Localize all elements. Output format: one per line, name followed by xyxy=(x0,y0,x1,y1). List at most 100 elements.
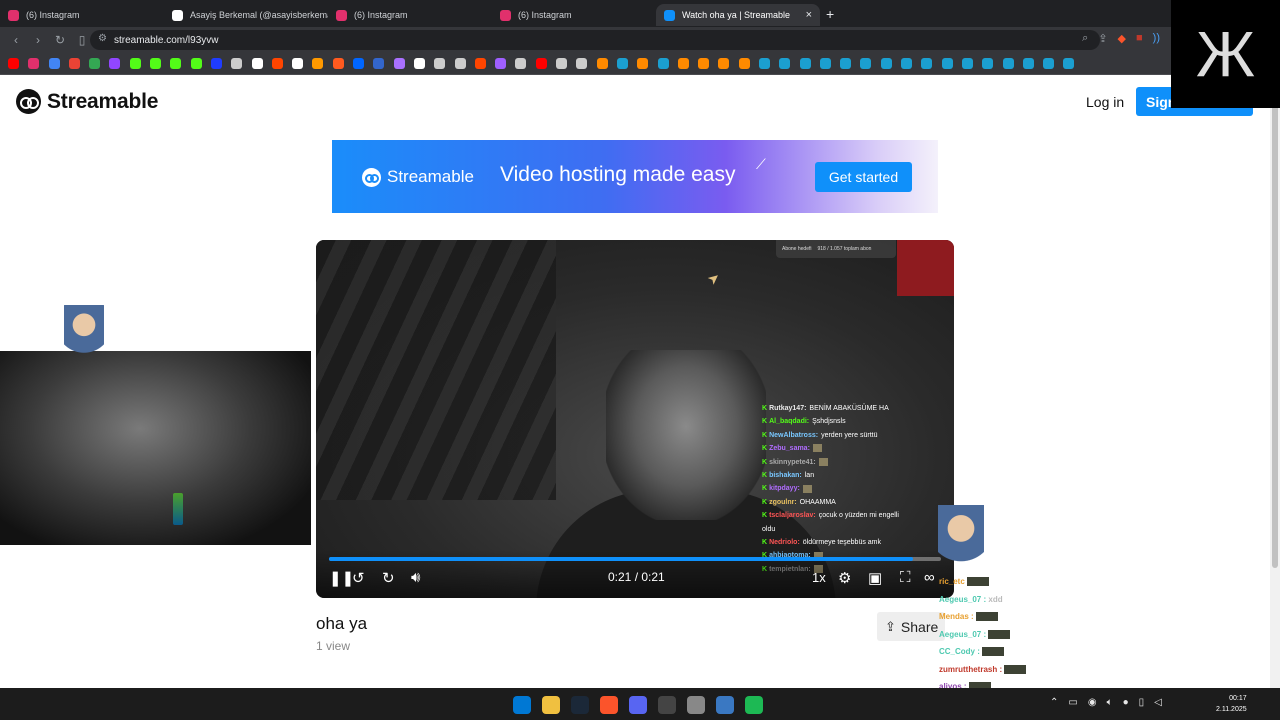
bookmark-favicon-icon[interactable] xyxy=(434,58,446,69)
speaker-icon[interactable]: 🔈︎ xyxy=(1107,697,1113,708)
taskbar-app-icon[interactable] xyxy=(542,696,560,714)
bookmark-favicon-icon[interactable] xyxy=(819,58,831,69)
taskbar-app-icon[interactable] xyxy=(513,696,531,714)
bookmark-favicon-icon[interactable] xyxy=(677,58,689,69)
bookmark-favicon-icon[interactable] xyxy=(982,58,994,69)
bookmark-favicon-icon[interactable] xyxy=(28,58,40,69)
bookmark-favicon-icon[interactable] xyxy=(758,58,770,69)
pause-icon[interactable]: ❚❚ xyxy=(329,569,354,587)
taskbar-app-icon[interactable] xyxy=(745,696,763,714)
bookmark-favicon-icon[interactable] xyxy=(170,58,182,69)
volume-icon[interactable]: ◁ xyxy=(1154,697,1162,708)
bookmark-favicon-icon[interactable] xyxy=(353,58,365,69)
bookmark-favicon-icon[interactable] xyxy=(292,58,304,69)
bookmark-favicon-icon[interactable] xyxy=(556,58,568,69)
bookmark-favicon-icon[interactable] xyxy=(454,58,466,69)
rewind-icon[interactable]: ↺ xyxy=(352,569,365,587)
forward-icon[interactable]: › xyxy=(28,33,48,47)
bookmark-favicon-icon[interactable] xyxy=(150,58,162,69)
bookmark-favicon-icon[interactable] xyxy=(698,58,710,69)
bookmark-favicon-icon[interactable] xyxy=(1043,58,1055,69)
reload-icon[interactable]: ↻ xyxy=(50,33,70,47)
scrollbar-thumb[interactable] xyxy=(1272,90,1278,568)
bookmark-favicon-icon[interactable] xyxy=(48,58,60,69)
browser-tab[interactable]: (6) Instagram xyxy=(328,4,492,26)
bookmark-favicon-icon[interactable] xyxy=(1022,58,1034,69)
bookmark-favicon-icon[interactable] xyxy=(129,58,141,69)
bookmark-favicon-icon[interactable] xyxy=(271,58,283,69)
get-started-button[interactable]: Get started xyxy=(815,162,912,192)
bookmark-favicon-icon[interactable] xyxy=(109,58,121,69)
browser-tab[interactable]: (6) Instagram xyxy=(0,4,164,26)
forward-skip-icon[interactable]: ↻ xyxy=(382,569,395,587)
network-icon[interactable]: ▯ xyxy=(1139,697,1145,708)
bookmark-favicon-icon[interactable] xyxy=(413,58,425,69)
bookmark-favicon-icon[interactable] xyxy=(901,58,913,69)
bookmark-favicon-icon[interactable] xyxy=(1002,58,1014,69)
bookmark-favicon-icon[interactable] xyxy=(840,58,852,69)
bookmark-favicon-icon[interactable] xyxy=(210,58,222,69)
browser-tab[interactable]: (6) Instagram xyxy=(492,4,656,26)
bookmark-favicon-icon[interactable] xyxy=(68,58,80,69)
video-player[interactable]: Abone hedefi 918 / 1.057 toplam abon ➤ K… xyxy=(316,240,954,598)
bookmark-favicon-icon[interactable] xyxy=(921,58,933,69)
audio-icon[interactable]: )) xyxy=(1153,32,1160,45)
taskbar-app-icon[interactable] xyxy=(571,696,589,714)
fullscreen-icon[interactable]: ⛶ xyxy=(900,569,911,586)
battery-icon[interactable]: ▭ xyxy=(1068,697,1077,708)
taskbar-app-icon[interactable] xyxy=(600,696,618,714)
bookmark-favicon-icon[interactable] xyxy=(474,58,486,69)
browser-tab[interactable]: Asayiş Berkemal (@asayisberkemal0) xyxy=(164,4,328,26)
volume-icon[interactable]: 🔊︎ xyxy=(411,569,420,586)
bookmark-favicon-icon[interactable] xyxy=(961,58,973,69)
bookmark-favicon-icon[interactable] xyxy=(799,58,811,69)
bookmark-favicon-icon[interactable] xyxy=(941,58,953,69)
bookmark-favicon-icon[interactable] xyxy=(779,58,791,69)
bookmark-favicon-icon[interactable] xyxy=(231,58,243,69)
bookmark-favicon-icon[interactable] xyxy=(515,58,527,69)
taskbar-app-icon[interactable] xyxy=(716,696,734,714)
zoom-icon[interactable]: ⌕ xyxy=(1082,32,1088,45)
bookmark-favicon-icon[interactable] xyxy=(596,58,608,69)
url-field[interactable]: ⚙ streamable.com/l93yvw xyxy=(90,30,1100,50)
microphone-icon[interactable]: ● xyxy=(1123,697,1129,708)
pip-icon[interactable]: ▣ xyxy=(868,569,882,587)
clock[interactable]: 00:17 2.11.2025 xyxy=(1216,693,1247,715)
bookmark-favicon-icon[interactable] xyxy=(657,58,669,69)
taskbar-app-icon[interactable] xyxy=(658,696,676,714)
streamable-watermark-icon[interactable]: ∞ xyxy=(924,569,935,586)
close-tab-icon[interactable]: × xyxy=(806,9,812,21)
share-page-icon[interactable]: ⇪ xyxy=(1098,32,1107,45)
bookmark-favicon-icon[interactable] xyxy=(860,58,872,69)
bookmark-favicon-icon[interactable] xyxy=(312,58,324,69)
extension-icon[interactable]: ■ xyxy=(1136,32,1143,45)
bookmark-favicon-icon[interactable] xyxy=(393,58,405,69)
bookmark-favicon-icon[interactable] xyxy=(535,58,547,69)
site-info-icon[interactable]: ⚙ xyxy=(98,33,107,44)
bookmark-favicon-icon[interactable] xyxy=(8,58,19,69)
bookmark-favicon-icon[interactable] xyxy=(576,58,588,69)
brave-shield-icon[interactable]: ◆ xyxy=(1118,32,1126,45)
promo-banner[interactable]: Streamable Video hosting made easy ⟋ Get… xyxy=(332,140,938,213)
bookmark-favicon-icon[interactable] xyxy=(880,58,892,69)
bookmark-favicon-icon[interactable] xyxy=(89,58,101,69)
bookmark-favicon-icon[interactable] xyxy=(332,58,344,69)
bookmark-favicon-icon[interactable] xyxy=(373,58,385,69)
playback-speed[interactable]: 1x xyxy=(812,570,826,585)
taskbar-app-icon[interactable] xyxy=(687,696,705,714)
new-tab-icon[interactable]: + xyxy=(826,6,834,22)
bookmark-favicon-icon[interactable] xyxy=(1063,58,1075,69)
bookmark-favicon-icon[interactable] xyxy=(251,58,263,69)
bookmark-icon[interactable]: ▯ xyxy=(72,33,92,47)
back-icon[interactable]: ‹ xyxy=(6,33,26,47)
bookmark-favicon-icon[interactable] xyxy=(637,58,649,69)
bookmark-favicon-icon[interactable] xyxy=(495,58,507,69)
share-button[interactable]: ⇪ Share xyxy=(877,612,945,641)
bookmark-favicon-icon[interactable] xyxy=(190,58,202,69)
bookmark-favicon-icon[interactable] xyxy=(718,58,730,69)
progress-bar[interactable] xyxy=(329,557,941,561)
bookmark-favicon-icon[interactable] xyxy=(616,58,628,69)
bookmark-favicon-icon[interactable] xyxy=(738,58,750,69)
streamable-logo[interactable]: Streamable xyxy=(16,89,158,114)
chevron-up-icon[interactable]: ⌃ xyxy=(1050,697,1058,708)
